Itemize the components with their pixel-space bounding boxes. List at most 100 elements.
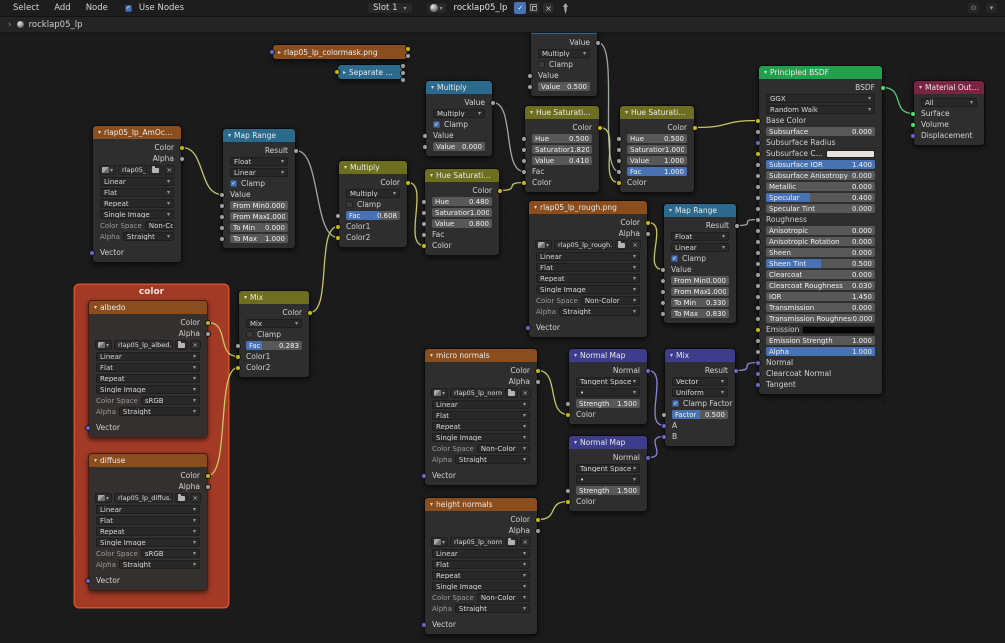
- node-diffuse[interactable]: ▾diffuseColorAlpha▾rlap05_lp_diffus...×L…: [88, 453, 208, 591]
- sheen-field[interactable]: Sheen0.000: [766, 248, 875, 257]
- from-min-socket[interactable]: [660, 278, 666, 284]
- clearcoat-roughness-field[interactable]: Clearcoat Roughness0.030: [766, 281, 875, 290]
- value-socket[interactable]: [422, 133, 428, 139]
- alpha-socket[interactable]: [535, 379, 541, 385]
- subsurface-ior-socket[interactable]: [755, 162, 761, 168]
- value-field[interactable]: Value0.500: [538, 82, 590, 91]
- emission-socket[interactable]: [755, 327, 761, 333]
- value-socket[interactable]: [422, 144, 428, 150]
- flat-dropdown[interactable]: Flat▾: [432, 411, 530, 420]
- node-hsv3[interactable]: ▾Hue Saturation ValueColorHue0.500Satura…: [619, 105, 695, 193]
- ior-socket[interactable]: [755, 294, 761, 300]
- from-min-field[interactable]: From Min0.000: [671, 276, 729, 285]
- clamp-checkbox[interactable]: ✓: [671, 255, 678, 262]
- value-socket[interactable]: [616, 158, 622, 164]
- node-mix_multiply[interactable]: ▾MultiplyColorMultiply▾ClampFac0.608Colo…: [338, 160, 408, 248]
- saturation-field[interactable]: Saturation1.820: [532, 145, 592, 154]
- node-canvas[interactable]: color▸rlap05_lp_colormask.png▸Separate C…: [0, 0, 1005, 643]
- multiply-dropdown[interactable]: Multiply▾: [346, 189, 400, 198]
- specular-socket[interactable]: [755, 195, 761, 201]
- node-sepcolor[interactable]: ▸Separate Color: [337, 64, 403, 80]
- b-socket[interactable]: [661, 434, 667, 440]
- node-header[interactable]: ▾Mix: [239, 291, 309, 304]
- all-dropdown[interactable]: All▾: [921, 98, 977, 107]
- color2-socket[interactable]: [235, 365, 241, 371]
- alpha-dropdown[interactable]: Straight▾: [455, 604, 530, 613]
- subsurface-c-swatch[interactable]: [826, 150, 875, 158]
- repeat-dropdown[interactable]: Repeat▾: [432, 422, 530, 431]
- hue-socket[interactable]: [521, 136, 527, 142]
- repeat-dropdown[interactable]: Repeat▾: [536, 274, 640, 283]
- alpha-dropdown[interactable]: Straight▾: [119, 407, 200, 416]
- collapse-icon[interactable]: ▸: [343, 69, 346, 76]
- image-browse-icon[interactable]: ▾: [431, 388, 448, 398]
- node-amocclusion[interactable]: ▾rlap05_lp_AmOcclusion.pngColorAlpha▾rla…: [92, 125, 182, 263]
- collapse-icon[interactable]: ▾: [670, 352, 673, 359]
- hue-field[interactable]: Hue0.500: [532, 134, 592, 143]
- expand-icon[interactable]: ›: [8, 20, 12, 30]
- single-image-dropdown[interactable]: Single Image▾: [96, 385, 200, 394]
- editor-options-icon[interactable]: ▾: [985, 2, 998, 14]
- output-socket[interactable]: [405, 53, 411, 59]
- emission-strength-field[interactable]: Emission Strength1.000: [766, 336, 875, 345]
- saturation-field[interactable]: Saturation1.000: [432, 208, 492, 217]
- flat-dropdown[interactable]: Flat▾: [432, 560, 530, 569]
- color-space-dropdown[interactable]: sRGB▾: [141, 396, 200, 405]
- color-space-dropdown[interactable]: Non-Color▾: [477, 593, 530, 602]
- color-socket[interactable]: [535, 517, 541, 523]
- vector-dropdown[interactable]: Vector▾: [672, 377, 728, 386]
- node-micro[interactable]: ▾micro normalsColorAlpha▾rlap05_lp_norm.…: [424, 348, 538, 486]
- sheen-tint-field[interactable]: Sheen Tint0.500: [766, 259, 875, 268]
- node-header[interactable]: ▸Separate Color: [338, 65, 402, 79]
- node-header[interactable]: ▾Multiply: [426, 81, 492, 94]
- value-field[interactable]: Value1.000: [627, 156, 687, 165]
- collapse-icon[interactable]: ▾: [574, 352, 577, 359]
- image-name-field[interactable]: rlap05_lp_AmOc...: [118, 165, 147, 175]
- output-socket[interactable]: [400, 70, 406, 76]
- subsurface-radius-socket[interactable]: [755, 140, 761, 146]
- specular-tint-field[interactable]: Specular Tint0.000: [766, 204, 875, 213]
- subsurface-anisotropy-field[interactable]: Subsurface Anisotropy0.000: [766, 171, 875, 180]
- result-socket[interactable]: [733, 368, 739, 374]
- to-max-field[interactable]: To Max1.000: [230, 234, 288, 243]
- collapse-icon[interactable]: ▾: [669, 207, 672, 214]
- value-field[interactable]: Value0.410: [532, 156, 592, 165]
- transmission-roughness-field[interactable]: Transmission Roughness0.000: [766, 314, 875, 323]
- node-maprange2[interactable]: ▾Map RangeResultFloat▾Linear▾✓ClampValue…: [663, 203, 737, 324]
- to-min-socket[interactable]: [660, 300, 666, 306]
- unlink-image-icon[interactable]: ×: [520, 388, 531, 398]
- color-socket[interactable]: [597, 125, 603, 131]
- tangent-socket[interactable]: [755, 382, 761, 388]
- multiply-dropdown[interactable]: Multiply▾: [433, 109, 485, 118]
- to-max-field[interactable]: To Max0.830: [671, 309, 729, 318]
- strength-field[interactable]: Strength1.500: [576, 399, 640, 408]
- flat-dropdown[interactable]: Flat▾: [96, 516, 200, 525]
- to-min-socket[interactable]: [219, 225, 225, 231]
- mix-dropdown[interactable]: Mix▾: [246, 319, 302, 328]
- clearcoat-field[interactable]: Clearcoat0.000: [766, 270, 875, 279]
- anisotropic-rotation-field[interactable]: Anisotropic Rotation0.000: [766, 237, 875, 246]
- image-browse-icon[interactable]: ▾: [535, 240, 552, 250]
- color-space-dropdown[interactable]: Non-Color▾: [477, 444, 530, 453]
- image-browse-icon[interactable]: ▾: [99, 165, 116, 175]
- image-name-field[interactable]: rlap05_lp_norm...: [450, 537, 503, 547]
- collapse-icon[interactable]: ▾: [430, 501, 433, 508]
- emission-strength-socket[interactable]: [755, 338, 761, 344]
- subsurface-field[interactable]: Subsurface0.000: [766, 127, 875, 136]
- collapse-icon[interactable]: ▾: [244, 294, 247, 301]
- alpha-field[interactable]: Alpha1.000: [766, 347, 875, 356]
- clearcoat-socket[interactable]: [755, 272, 761, 278]
- hue-socket[interactable]: [616, 136, 622, 142]
- value-socket[interactable]: [660, 267, 666, 273]
- fake-user-toggle[interactable]: ✓: [514, 2, 526, 14]
- node-colormask[interactable]: ▸rlap05_lp_colormask.png: [272, 44, 408, 60]
- subsurface-c-socket[interactable]: [755, 151, 761, 157]
- value-socket[interactable]: [595, 40, 601, 46]
- node-header[interactable]: ▾Map Range: [664, 204, 736, 217]
- color-socket[interactable]: [421, 243, 427, 249]
- item-dropdown[interactable]: •▾: [576, 475, 640, 484]
- collapse-icon[interactable]: ▾: [625, 109, 628, 116]
- value-field[interactable]: Value0.800: [432, 219, 492, 228]
- clamp-checkbox[interactable]: [538, 61, 545, 68]
- vector-socket[interactable]: [421, 622, 427, 628]
